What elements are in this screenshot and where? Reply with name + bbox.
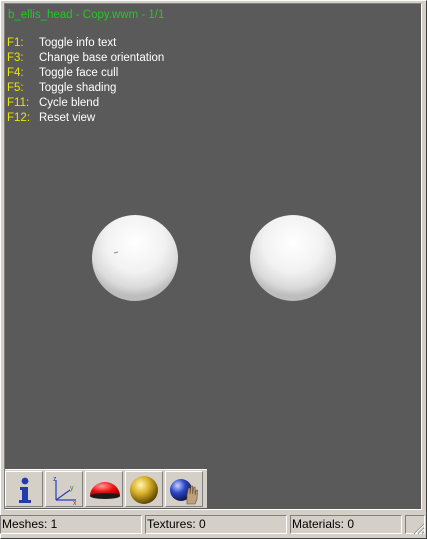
help-key: F11: (7, 97, 30, 109)
svg-text:y: y (70, 485, 74, 492)
svg-text:z: z (53, 476, 57, 483)
help-desc: Toggle shading (39, 82, 117, 94)
info-button[interactable] (5, 471, 43, 507)
rotate-view-button[interactable] (165, 471, 203, 507)
model-title: b_ellis_head - Copy.wwm - 1/1 (8, 9, 165, 21)
hemisphere-icon (90, 482, 120, 499)
resize-grip-icon[interactable] (413, 523, 425, 535)
axes-icon: z y x (53, 476, 77, 506)
svg-text:x: x (73, 500, 77, 506)
help-desc: Toggle info text (39, 37, 117, 49)
help-desc: Toggle face cull (39, 67, 119, 79)
help-key: F4: (7, 67, 24, 79)
status-bar: Meshes: 1 Textures: 0 Materials: 0 (0, 512, 427, 537)
right-eye-sphere (250, 215, 336, 301)
3d-viewport[interactable]: b_ellis_head - Copy.wwm - 1/1 F1: Toggle… (4, 3, 422, 510)
meshes-count: Meshes: 1 (0, 515, 142, 534)
help-key: F3: (7, 52, 24, 64)
hemisphere-button[interactable] (85, 471, 123, 507)
help-key: F12: (7, 112, 31, 124)
help-desc: Change base orientation (39, 52, 165, 64)
info-icon (19, 477, 31, 503)
gold-sphere-icon (130, 476, 158, 504)
materials-count: Materials: 0 (290, 515, 402, 534)
left-eye-sphere (92, 215, 178, 301)
toolbar: z y x (5, 469, 207, 508)
sphere-hand-icon (170, 479, 198, 505)
axes-button[interactable]: z y x (45, 471, 83, 507)
material-button[interactable] (125, 471, 163, 507)
help-desc: Cycle blend (39, 97, 100, 109)
help-key: F5: (7, 82, 24, 94)
help-key: F1: (7, 37, 24, 49)
textures-count: Textures: 0 (145, 515, 287, 534)
help-desc: Reset view (39, 112, 96, 124)
